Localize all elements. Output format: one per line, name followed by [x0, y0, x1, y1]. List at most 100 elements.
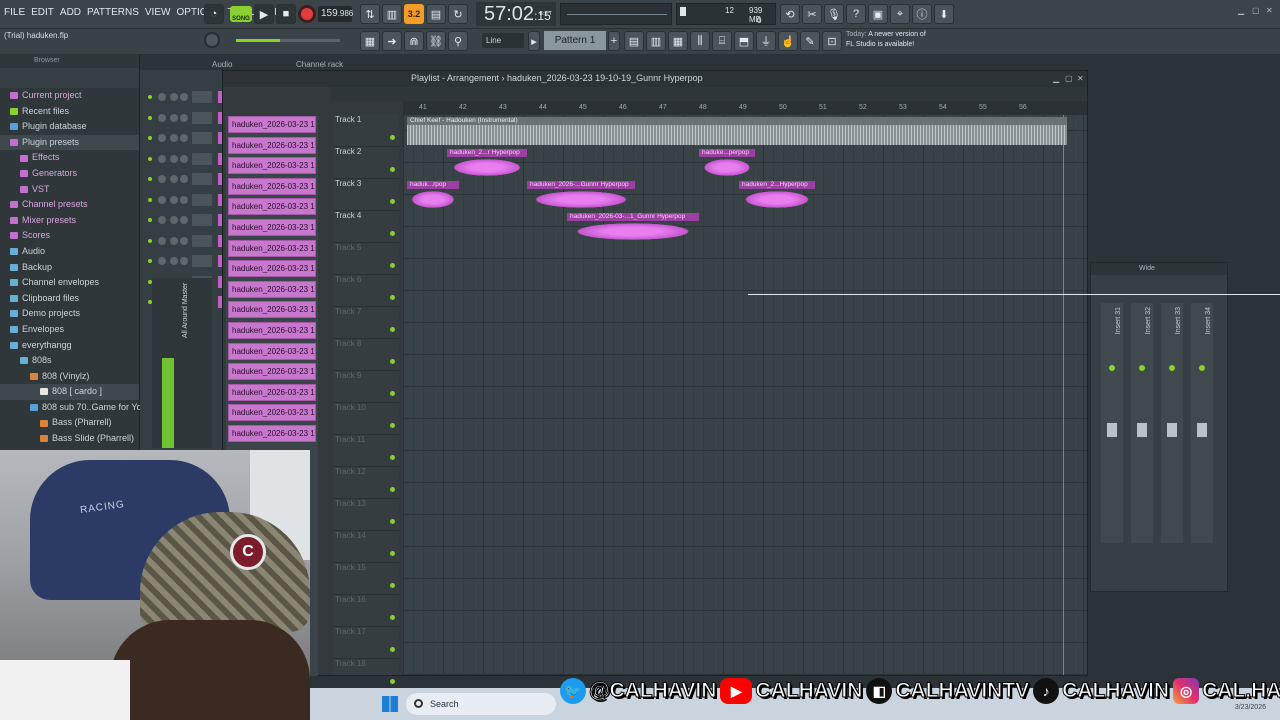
song-mode-toggle[interactable]: SONG: [230, 6, 252, 22]
record-button[interactable]: [298, 5, 316, 23]
track-header[interactable]: Track 10: [333, 403, 399, 435]
browser-item[interactable]: everythangg: [0, 338, 139, 354]
track-header[interactable]: Track 14: [333, 531, 399, 563]
pan-knob[interactable]: [158, 93, 166, 101]
browser-item[interactable]: Mixer presets: [0, 213, 139, 229]
volume-knob[interactable]: [170, 257, 178, 265]
browser-item[interactable]: Channel presets: [0, 197, 139, 213]
track-mute-led[interactable]: [390, 455, 395, 460]
playlist-close-icon[interactable]: ✕: [1077, 74, 1084, 83]
channel-led[interactable]: [148, 156, 152, 161]
browser-item[interactable]: Effects: [0, 150, 139, 166]
track-header[interactable]: Track 5: [333, 243, 399, 275]
pattern-song-icon[interactable]: ⇅: [360, 4, 380, 24]
clip-list-item[interactable]: haduken_2026-03-23 18.: [228, 239, 316, 257]
channel-row[interactable]: [148, 90, 226, 104]
scissors-icon[interactable]: ✂: [802, 4, 822, 24]
playlist-tools[interactable]: [331, 87, 1087, 101]
download-icon[interactable]: ⬇: [934, 4, 954, 24]
stamp-icon[interactable]: ⚲: [448, 31, 468, 51]
track-mute-led[interactable]: [390, 551, 395, 556]
clip-list-item[interactable]: haduken_2026-03-23 18.: [228, 260, 316, 278]
browser-item[interactable]: Demo projects: [0, 306, 139, 322]
channel-name-button[interactable]: [192, 173, 212, 185]
save-icon[interactable]: ▣: [868, 4, 888, 24]
mixer-insert[interactable]: Insert 32: [1131, 303, 1153, 543]
arrangement-grid[interactable]: Chief Keef - Hadouken (Instrumental) hadu…: [403, 115, 1087, 675]
channel-led[interactable]: [148, 177, 152, 181]
browser-item[interactable]: Current project: [0, 88, 139, 104]
audio-clip[interactable]: haduk...rpop: [407, 181, 459, 209]
pan-knob[interactable]: [158, 134, 166, 142]
pattern-add-icon[interactable]: +: [608, 31, 620, 51]
browser-item[interactable]: Bass Slide (Pharrell): [0, 431, 139, 447]
cart-icon[interactable]: ⊡: [822, 31, 842, 51]
magnet-icon[interactable]: ⋒: [404, 31, 424, 51]
browser-item[interactable]: Envelopes: [0, 322, 139, 338]
channel-led[interactable]: [148, 95, 152, 99]
insert-fader[interactable]: [1197, 423, 1207, 437]
mixer-icon[interactable]: ⫼: [690, 31, 710, 51]
track-mute-led[interactable]: [390, 391, 395, 396]
volume-knob[interactable]: [170, 175, 178, 183]
channel-name-button[interactable]: [192, 193, 212, 206]
cpu-memory-panel[interactable]: 12 939 MB 0: [676, 3, 776, 25]
audio-clip[interactable]: haduken_2026-03-...1_Gunnr Hyperpop: [567, 213, 699, 241]
news-panel[interactable]: Today: A newer version of FL Studio is a…: [846, 30, 926, 50]
clip-list-item[interactable]: haduken_2026-03-23 18.: [228, 116, 316, 133]
channel-name-button[interactable]: [192, 255, 212, 267]
wand-icon[interactable]: ✎: [800, 31, 820, 51]
clip-list-item[interactable]: haduken_2026-03-23 18.: [228, 198, 316, 216]
mixer-knob[interactable]: [180, 195, 188, 204]
mixer-knob[interactable]: [180, 134, 188, 142]
browser-icon[interactable]: ⌸: [712, 31, 732, 51]
stop-button[interactable]: ■: [276, 4, 296, 24]
volume-knob[interactable]: [170, 154, 178, 163]
insert-enable-led[interactable]: [1109, 365, 1115, 371]
track-header[interactable]: Track 8: [333, 339, 399, 371]
pan-knob[interactable]: [158, 195, 166, 204]
mixer-knob[interactable]: [180, 93, 188, 101]
channel-name-button[interactable]: [192, 91, 212, 103]
track-mute-led[interactable]: [390, 359, 395, 364]
tempo-display[interactable]: 159.986: [318, 6, 353, 22]
volume-knob[interactable]: [170, 195, 178, 204]
mixer-insert[interactable]: Insert 33: [1161, 303, 1183, 543]
channel-row[interactable]: [148, 254, 226, 268]
mixer-knob[interactable]: [180, 236, 188, 245]
clip-list-item[interactable]: haduken_2026-03-23 19.: [228, 425, 316, 442]
browser-toolbar[interactable]: [0, 68, 139, 88]
menu-item-patterns[interactable]: PATTERNS: [87, 7, 139, 18]
channel-led[interactable]: [148, 115, 152, 120]
track-mute-led[interactable]: [390, 295, 395, 300]
mixer-insert[interactable]: Insert 31: [1101, 303, 1123, 543]
undo-history-icon[interactable]: ⟲: [780, 4, 800, 24]
info-icon[interactable]: ⓘ: [912, 4, 932, 24]
touch-icon[interactable]: ☝: [778, 31, 798, 51]
midi-icon[interactable]: ⌖: [890, 4, 910, 24]
audio-clip[interactable]: haduke...perpop: [699, 149, 755, 177]
clip-list-item[interactable]: haduken_2026-03-23 18.: [228, 157, 316, 175]
clip-list-item[interactable]: haduken_2026-03-23 19.: [228, 363, 316, 381]
menu-item-edit[interactable]: EDIT: [31, 7, 54, 18]
step-edit-icon[interactable]: ▤: [426, 4, 446, 24]
track-header[interactable]: Track 17: [333, 627, 399, 659]
help-icon[interactable]: ?: [846, 4, 866, 24]
playlist-minimize-icon[interactable]: ▁: [1053, 74, 1059, 83]
browser-item[interactable]: Plugin database: [0, 119, 139, 135]
mixer-knob[interactable]: [180, 216, 188, 224]
channel-led[interactable]: [148, 259, 152, 263]
channel-name-button[interactable]: [192, 234, 212, 247]
channel-row[interactable]: [148, 193, 226, 207]
channel-row[interactable]: [148, 234, 226, 248]
pan-knob[interactable]: [158, 175, 166, 183]
audio-clip[interactable]: haduken_2026-...Gunnr Hyperpop: [527, 181, 635, 209]
windows-start-icon[interactable]: [382, 696, 398, 712]
playlist-icon[interactable]: ▤: [624, 31, 644, 51]
insert-enable-led[interactable]: [1139, 365, 1145, 371]
browser-item[interactable]: Scores: [0, 228, 139, 244]
pan-knob[interactable]: [158, 236, 166, 245]
channel-name-button[interactable]: [192, 111, 212, 124]
maximize-icon[interactable]: ▢: [1252, 6, 1260, 15]
snap-select[interactable]: Line: [482, 33, 524, 48]
